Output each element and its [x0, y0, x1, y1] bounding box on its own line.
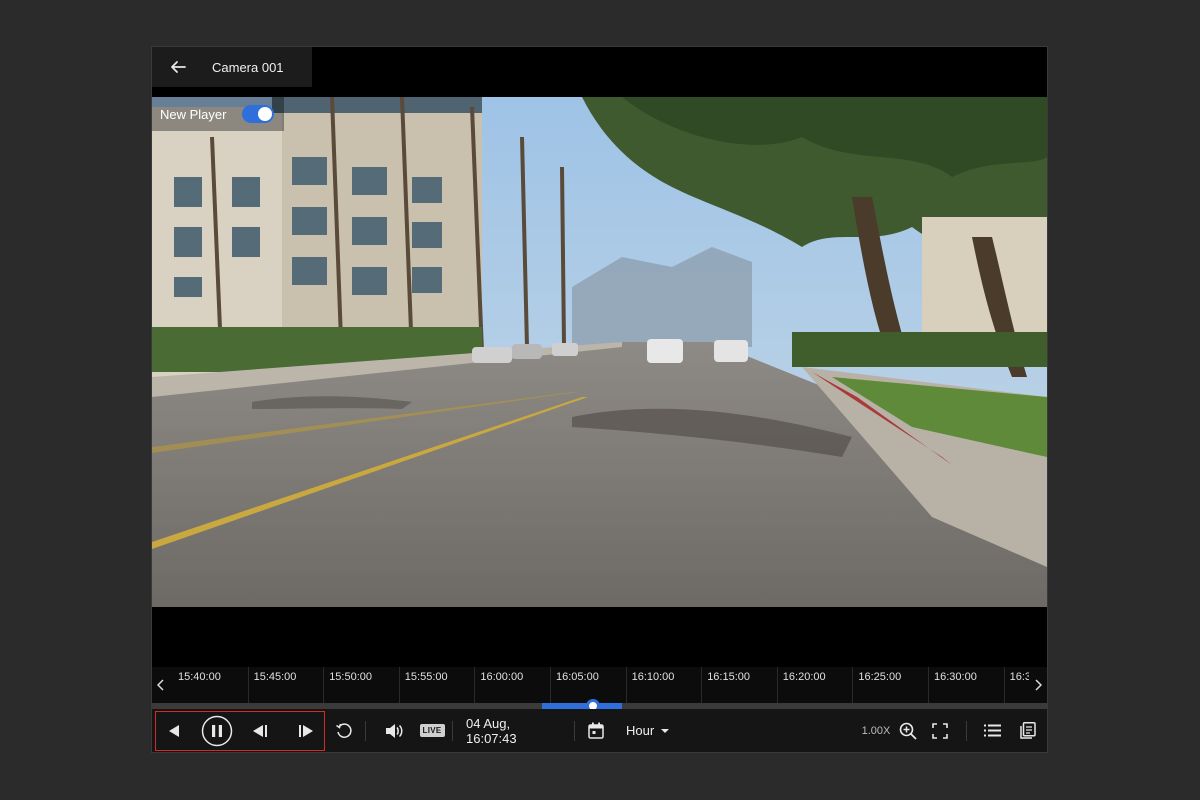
- fullscreen-button[interactable]: [928, 709, 952, 752]
- fullscreen-icon: [932, 722, 948, 739]
- divider: [574, 721, 575, 741]
- timeline-label: 15:40:00: [178, 671, 221, 683]
- chevron-down-icon: [661, 728, 670, 733]
- control-bar: LIVE 04 Aug, 16:07:43 Hour 1.00X: [152, 709, 1047, 752]
- step-forward-icon: [299, 724, 313, 737]
- back-arrow-icon: [171, 61, 186, 73]
- replay-10-icon: [336, 722, 352, 738]
- video-frame[interactable]: [152, 97, 1047, 607]
- timeline-label: 16:10:00: [631, 671, 675, 683]
- new-player-label: New Player: [160, 106, 227, 122]
- calendar-button[interactable]: [584, 709, 608, 752]
- list-button[interactable]: [980, 709, 1004, 752]
- timeline-tick: [701, 667, 703, 703]
- timeline-tick: [776, 667, 778, 703]
- live-badge: LIVE: [419, 724, 445, 737]
- new-player-toggle[interactable]: [242, 105, 275, 123]
- clips-icon: [1020, 722, 1036, 739]
- range-value: Hour: [626, 723, 655, 738]
- divider: [365, 721, 366, 741]
- player-header: Camera 001: [152, 47, 312, 87]
- timeline-tick: [247, 667, 249, 703]
- volume-button[interactable]: [382, 709, 406, 752]
- toggle-knob: [258, 107, 273, 121]
- timeline-label: 15:55:00: [404, 671, 448, 683]
- timeline-prev-button[interactable]: [152, 667, 170, 703]
- timeline-label: 15:50:00: [329, 671, 373, 683]
- step-forward-button[interactable]: [294, 709, 318, 752]
- pause-icon: [201, 715, 233, 746]
- chevron-left-icon: [157, 679, 164, 691]
- chevron-right-icon: [1035, 679, 1042, 691]
- datetime-text: 04 Aug, 16:07:43: [466, 715, 517, 746]
- zoom-in-icon: [899, 722, 917, 740]
- video-scene: [152, 97, 1047, 607]
- timeline-tick: [928, 667, 929, 703]
- timeline-label: 16:05:00: [556, 671, 599, 683]
- volume-icon: [386, 723, 403, 738]
- step-back-icon: [253, 724, 267, 737]
- timeline-tick: [550, 667, 551, 703]
- timeline-tick: [625, 667, 627, 703]
- replay-10-button[interactable]: [333, 709, 355, 752]
- live-button[interactable]: LIVE: [419, 709, 445, 752]
- timeline-label: 16:00:00: [480, 671, 524, 683]
- speed-value: 1.00X: [861, 724, 891, 737]
- timeline-label: 16:20:00: [782, 671, 826, 683]
- timeline-label: 16:25:00: [858, 671, 902, 683]
- current-datetime: 04 Aug, 16:07:43: [466, 709, 564, 752]
- clips-button[interactable]: [1016, 709, 1040, 752]
- timeline-label: 16:15:00: [707, 671, 751, 683]
- timeline-label: 16:30:00: [934, 671, 977, 683]
- divider: [966, 721, 967, 741]
- timeline-next-button[interactable]: [1029, 667, 1047, 703]
- pause-button[interactable]: [200, 709, 234, 752]
- new-player-toggle-row: New Player: [152, 97, 285, 131]
- step-back-button[interactable]: [248, 709, 272, 752]
- back-button[interactable]: [152, 47, 204, 87]
- playback-speed[interactable]: 1.00X: [858, 709, 894, 752]
- timeline-tick: [1003, 667, 1005, 703]
- timeline-tick: [852, 667, 854, 703]
- timeline-tick: [323, 667, 325, 703]
- timeline-tick: [474, 667, 476, 703]
- play-reverse-button[interactable]: [162, 709, 186, 752]
- timeline[interactable]: 15:40:00 15:45:00 15:50:00 15:55:00 16:00:00…: [152, 667, 1047, 703]
- calendar-icon: [588, 722, 604, 739]
- timeline-labels: 15:40:00 15:45:00 15:50:00 15:55:00 16:00:00…: [174, 667, 1029, 703]
- list-icon: [983, 724, 1001, 737]
- camera-title: Camera 001: [212, 59, 284, 75]
- play-reverse-icon: [169, 724, 179, 737]
- timeline-tick: [398, 667, 400, 703]
- timeline-label: 15:45:00: [253, 671, 297, 683]
- video-player: Camera 001 New Player 15:40:00 15:45:00 …: [152, 47, 1047, 752]
- timeline-label: 16:35:00: [1009, 671, 1029, 683]
- divider: [452, 721, 453, 741]
- range-dropdown[interactable]: Hour: [626, 709, 676, 752]
- zoom-in-button[interactable]: [896, 709, 920, 752]
